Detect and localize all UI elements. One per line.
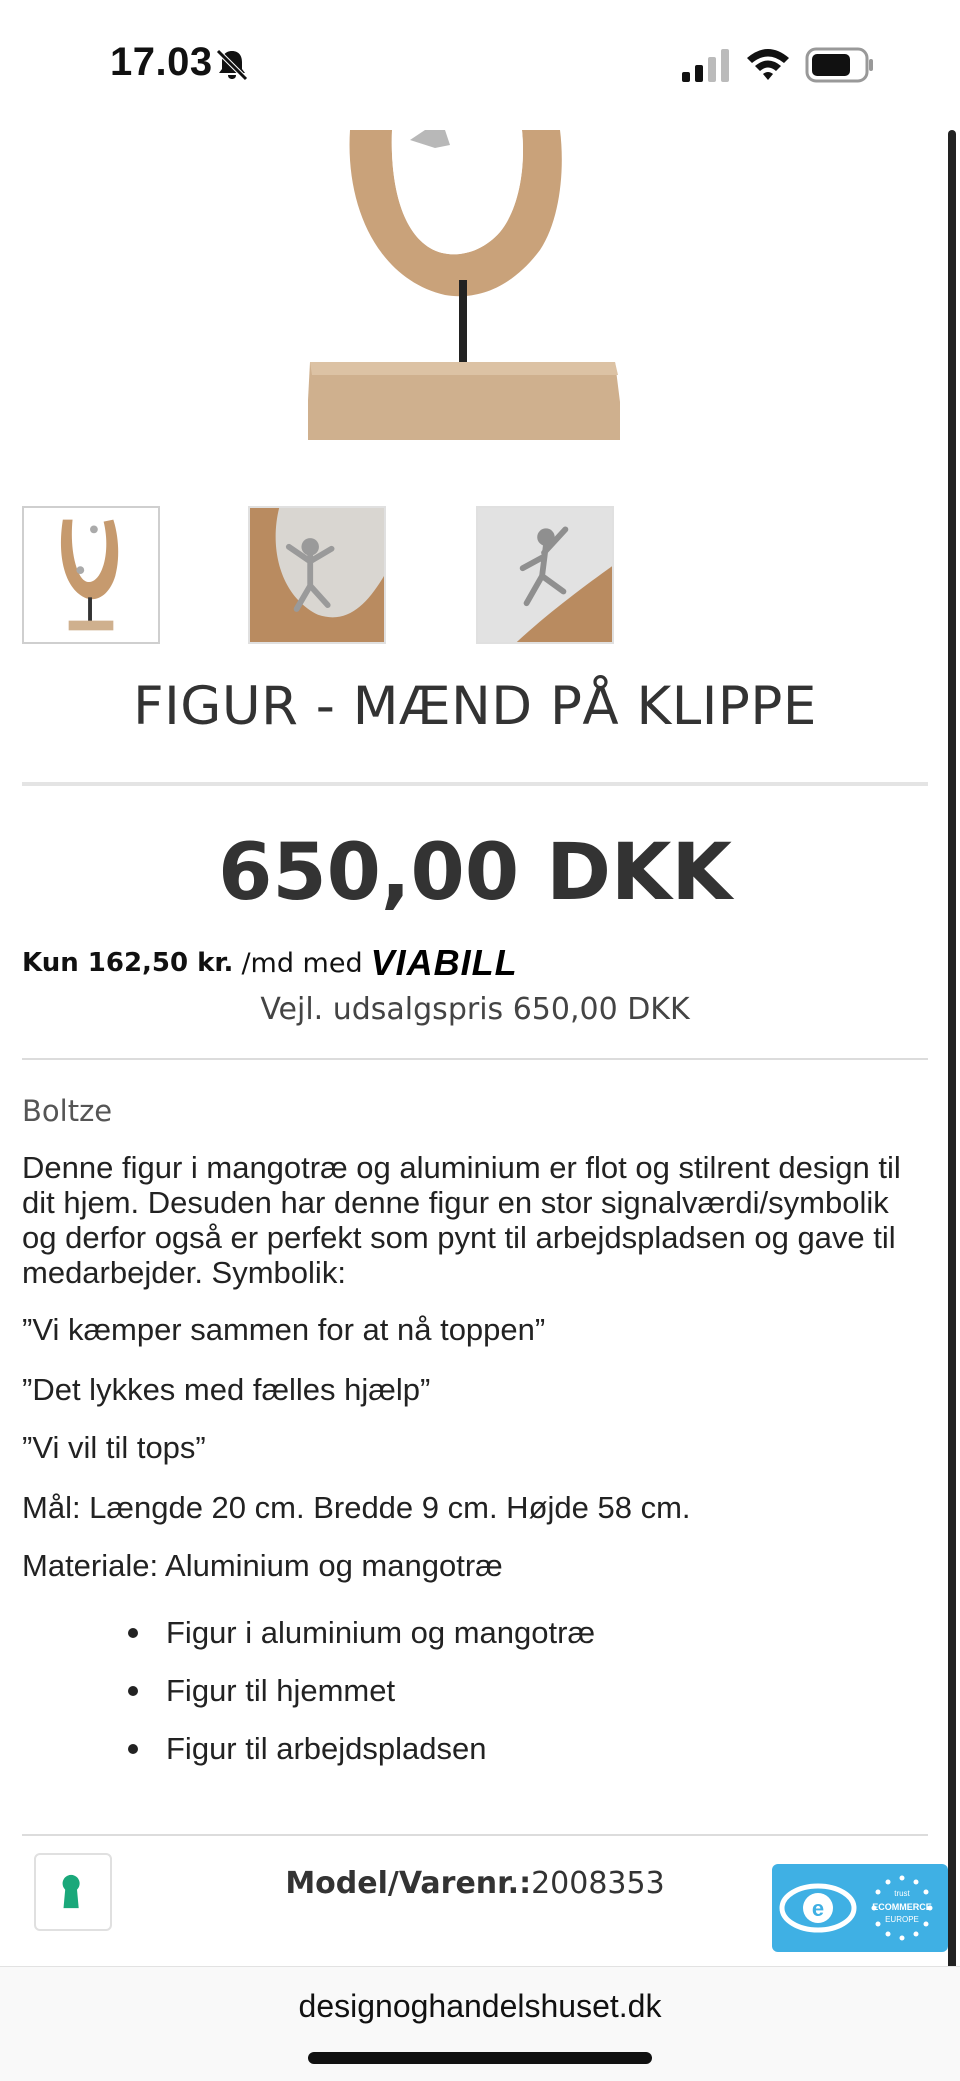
product-dimensions: Mål: Længde 20 cm. Bredde 9 cm. Højde 58… bbox=[22, 1490, 691, 1525]
cellular-signal-icon bbox=[682, 49, 729, 82]
list-item: Figur i aluminium og mangotræ bbox=[0, 1615, 900, 1673]
product-description: Denne figur i mangotræ og aluminium er f… bbox=[22, 1150, 901, 1290]
financing-suffix: /md med bbox=[241, 947, 363, 979]
thumbnail-3[interactable] bbox=[476, 506, 614, 644]
trusted-shops-badge[interactable]: e trust ECOMMERCE EUROPE bbox=[772, 1864, 948, 1952]
symbolism-quote: ”Vi kæmper sammen for at nå toppen” bbox=[22, 1312, 546, 1347]
viabill-financing[interactable]: Kun 162,50 kr. /md med VIABILL bbox=[22, 942, 518, 983]
thumbnail-figure-detail bbox=[250, 508, 384, 642]
feature-list: Figur i aluminium og mangotræ Figur til … bbox=[0, 1615, 900, 1789]
thumbnail-1[interactable] bbox=[22, 506, 160, 644]
thumbnail-figure-full bbox=[60, 519, 119, 631]
divider bbox=[22, 1834, 928, 1836]
model-value: 2008353 bbox=[531, 1866, 665, 1901]
browser-url[interactable]: designoghandelshuset.dk bbox=[0, 1988, 960, 2025]
trust-line-2: ECOMMERCE bbox=[872, 1902, 932, 1912]
product-title: FIGUR - MÆND PÅ KLIPPE bbox=[133, 676, 817, 737]
model-label: Model/Varenr.: bbox=[285, 1866, 532, 1901]
product-main-image[interactable] bbox=[300, 130, 630, 460]
suggested-price: Vejl. udsalgspris 650,00 DKK bbox=[260, 992, 690, 1027]
scrollbar[interactable] bbox=[948, 130, 956, 1970]
battery-icon bbox=[805, 47, 873, 83]
divider bbox=[22, 782, 928, 786]
list-item: Figur til arbejdspladsen bbox=[0, 1731, 900, 1789]
divider bbox=[22, 1058, 928, 1060]
svg-text:e: e bbox=[812, 1896, 824, 1921]
product-brand: Boltze bbox=[22, 1094, 113, 1128]
ecommerce-europe-trustmark-icon: e trust ECOMMERCE EUROPE bbox=[779, 1875, 933, 1941]
thumbnail-figure-closeup bbox=[516, 526, 612, 642]
financing-amount: Kun 162,50 kr. bbox=[22, 948, 234, 978]
product-material: Materiale: Aluminium og mangotræ bbox=[22, 1548, 503, 1583]
symbolism-quote: ”Det lykkes med fælles hjælp” bbox=[22, 1372, 431, 1407]
product-price: 650,00 DKK bbox=[218, 828, 732, 918]
status-time: 17.03 bbox=[110, 40, 213, 84]
home-indicator[interactable] bbox=[308, 2052, 652, 2064]
trust-line-1: trust bbox=[894, 1889, 910, 1898]
bell-slash-icon bbox=[216, 49, 248, 81]
thumbnail-2[interactable] bbox=[248, 506, 386, 644]
viabill-logo: VIABILL bbox=[370, 942, 518, 983]
trust-line-3: EUROPE bbox=[885, 1915, 919, 1924]
wifi-icon bbox=[747, 49, 789, 80]
status-bar: 17.03 bbox=[0, 0, 960, 130]
list-item: Figur til hjemmet bbox=[0, 1673, 900, 1731]
symbolism-quote: ”Vi vil til tops” bbox=[22, 1430, 206, 1465]
